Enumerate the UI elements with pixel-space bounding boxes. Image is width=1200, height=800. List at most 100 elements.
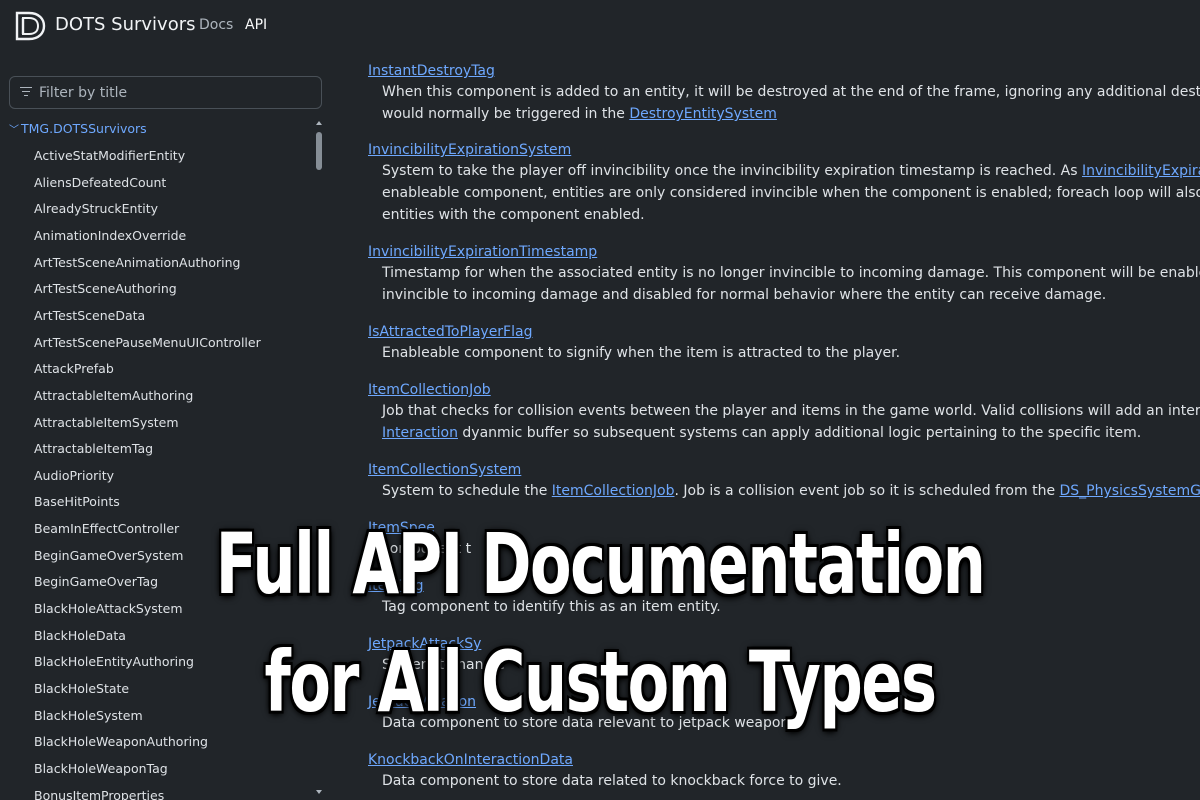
api-entry-description: Enableable component to signify when the…: [382, 342, 1200, 364]
sidebar-tree-item[interactable]: ArtTestSceneAnimationAuthoring: [34, 254, 240, 272]
sidebar-tree-item[interactable]: AttackPrefab: [34, 360, 114, 378]
sidebar-tree-item[interactable]: BonusItemProperties: [34, 787, 164, 800]
api-entry-description: would normally be triggered in the Destr…: [382, 103, 1200, 125]
inline-type-link[interactable]: ItemCollectionJob: [552, 483, 675, 499]
inline-type-link[interactable]: DestroyEntitySystem: [629, 106, 777, 122]
sidebar-tree-item[interactable]: BlackHoleSystem: [34, 707, 143, 725]
api-entry-description: Job that checks for collision events bet…: [382, 400, 1200, 422]
api-entry: ItemSpee component t: [368, 517, 1200, 560]
api-entry: InstantDestroyTag When this component is …: [368, 60, 1200, 125]
sidebar-tree-item[interactable]: AnimationIndexOverride: [34, 227, 186, 245]
api-entry-description: Data component to store data relevant to…: [382, 712, 1200, 734]
scroll-down-arrow-icon[interactable]: [316, 790, 322, 794]
nav-link-docs[interactable]: Docs: [199, 17, 233, 33]
filter-lines-icon: [20, 87, 32, 98]
description-text: Data component to store data relevant to…: [382, 715, 794, 731]
api-entry: InvincibilityExpirationSystem System to t…: [368, 139, 1200, 226]
sidebar-tree-item[interactable]: AlreadyStruckEntity: [34, 200, 158, 218]
sidebar-tree-item[interactable]: AttractableItemSystem: [34, 414, 179, 432]
description-text: . Job is a collision event job so it is …: [674, 483, 1060, 499]
sidebar-tree-item[interactable]: BlackHoleWeaponAuthoring: [34, 733, 208, 751]
api-entry-link[interactable]: InvincibilityExpirationSystem: [368, 140, 571, 160]
description-text: System to take the player off invincibil…: [382, 163, 1082, 179]
description-text: Timestamp for when the associated entity…: [382, 265, 1200, 281]
api-entry: ItemTag Tag component to identify this as…: [368, 575, 1200, 618]
sidebar-tree-item[interactable]: BeamInEffectController: [34, 520, 179, 538]
api-entry-description: enableable component, entities are only …: [382, 182, 1200, 204]
sidebar-tree-item[interactable]: BeginGameOverTag: [34, 573, 158, 591]
main-content: InstantDestroyTag When this component is …: [368, 0, 1200, 800]
description-text: System to schedule the: [382, 483, 552, 499]
api-entry-description: invincible to incoming damage and disabl…: [382, 284, 1200, 306]
api-entry-description: entities with the component enabled.: [382, 204, 1200, 226]
api-entry-link[interactable]: IsAttractedToPlayerFlag: [368, 322, 532, 342]
scrollbar-thumb[interactable]: [316, 132, 322, 170]
api-entry-link[interactable]: ItemTag: [368, 576, 424, 596]
sidebar-tree-item[interactable]: BlackHoleAttackSystem: [34, 600, 183, 618]
sidebar-tree-item[interactable]: BlackHoleState: [34, 680, 129, 698]
nav-link-api[interactable]: API: [245, 17, 267, 33]
description-text: entities with the component enabled.: [382, 207, 645, 223]
api-entry-link[interactable]: ItemCollectionSystem: [368, 460, 521, 480]
description-text: enableable component, entities are only …: [382, 185, 1200, 201]
filter-box: [9, 76, 322, 109]
sidebar-tree-item[interactable]: BlackHoleEntityAuthoring: [34, 653, 194, 671]
description-text: When this component is added to an entit…: [382, 84, 1200, 100]
api-entry-description: System to schedule the ItemCollectionJob…: [382, 480, 1200, 502]
tree-root-label: TMG.DOTSSurvivors: [21, 121, 147, 136]
api-entry: ItemCollectionSystem System to schedule t…: [368, 459, 1200, 502]
sidebar-tree-item[interactable]: ArtTestScenePauseMenuUIController: [34, 334, 261, 352]
api-entry-description: Tag component to identify this as an ite…: [382, 596, 1200, 618]
inline-type-link[interactable]: Interaction: [382, 425, 458, 441]
api-entry-link[interactable]: JetpackAttackSy: [368, 634, 481, 654]
description-text: would normally be triggered in the: [382, 106, 630, 122]
sidebar-tree-item[interactable]: BlackHoleWeaponTag: [34, 760, 168, 778]
scroll-up-arrow-icon[interactable]: [316, 121, 322, 125]
description-text: dyanmic buffer so subsequent systems can…: [457, 425, 1142, 441]
description-text: invincible to incoming damage and disabl…: [382, 287, 1107, 303]
site-title[interactable]: DOTS Survivors: [55, 14, 196, 35]
api-entry: JetpackAttackSy System to handle: [368, 633, 1200, 676]
api-docs-page: DOTS Survivors Docs API ﹀TMG.DOTSSurvivo…: [0, 0, 1200, 800]
sidebar-tree-item[interactable]: ArtTestSceneData: [34, 307, 145, 325]
api-entry-description: When this component is added to an entit…: [382, 81, 1200, 103]
filter-input[interactable]: [39, 84, 309, 102]
api-entry-description: Timestamp for when the associated entity…: [382, 262, 1200, 284]
sidebar-tree-item[interactable]: AudioPriority: [34, 467, 114, 485]
api-entry: KnockbackOnInteractionData Data component…: [368, 749, 1200, 792]
sidebar-tree-list: ActiveStatModifierEntity AliensDefeatedCo…: [0, 140, 312, 800]
api-entry-link[interactable]: JetpackWeapon: [368, 692, 476, 712]
api-entry-description: System to take the player off invincibil…: [382, 160, 1200, 182]
api-entry-link[interactable]: ItemSpee: [368, 518, 435, 538]
api-entry: JetpackWeapon Data component to store dat…: [368, 691, 1200, 734]
inline-type-link[interactable]: InvincibilityExpirationTimestar: [1082, 163, 1200, 179]
api-entry-description: Interaction dyanmic buffer so subsequent…: [382, 422, 1200, 444]
description-text: component t: [382, 541, 472, 557]
api-entry: ItemCollectionJob Job that checks for col…: [368, 379, 1200, 444]
description-text: System to handle: [382, 657, 505, 673]
description-text: Tag component to identify this as an ite…: [382, 599, 721, 615]
api-entry: InvincibilityExpirationTimestamp Timestam…: [368, 241, 1200, 306]
sidebar-tree-item[interactable]: AttractableItemTag: [34, 440, 153, 458]
api-entry: IsAttractedToPlayerFlag Enableable compon…: [368, 321, 1200, 364]
api-entry-link[interactable]: ItemCollectionJob: [368, 380, 491, 400]
D-logo-icon[interactable]: [14, 10, 46, 42]
api-entry-link[interactable]: InvincibilityExpirationTimestamp: [368, 242, 597, 262]
description-text: Enableable component to signify when the…: [382, 345, 901, 361]
tree-root-namespace[interactable]: ﹀ TMG.DOTSSurvivors: [9, 121, 147, 136]
api-entry-link[interactable]: KnockbackOnInteractionData: [368, 750, 573, 770]
sidebar-tree-item[interactable]: ArtTestSceneAuthoring: [34, 280, 177, 298]
sidebar-tree-item[interactable]: BeginGameOverSystem: [34, 547, 184, 565]
sidebar-tree-item[interactable]: AliensDefeatedCount: [34, 174, 166, 192]
description-text: Data component to store data related to …: [382, 773, 842, 789]
api-entry-description: Data component to store data related to …: [382, 770, 1200, 792]
sidebar-tree-item[interactable]: BaseHitPoints: [34, 493, 120, 511]
api-entry-link[interactable]: InstantDestroyTag: [368, 61, 495, 81]
inline-type-link[interactable]: DS_PhysicsSystemGroup: [1060, 483, 1200, 499]
api-entry-description: System to handle: [382, 654, 1200, 676]
sidebar-tree-item[interactable]: AttractableItemAuthoring: [34, 387, 193, 405]
sidebar-scrollbar[interactable]: [315, 120, 322, 800]
description-text: Job that checks for collision events bet…: [382, 403, 1200, 419]
sidebar-tree-item[interactable]: BlackHoleData: [34, 627, 126, 645]
sidebar-tree-item[interactable]: ActiveStatModifierEntity: [34, 147, 185, 165]
